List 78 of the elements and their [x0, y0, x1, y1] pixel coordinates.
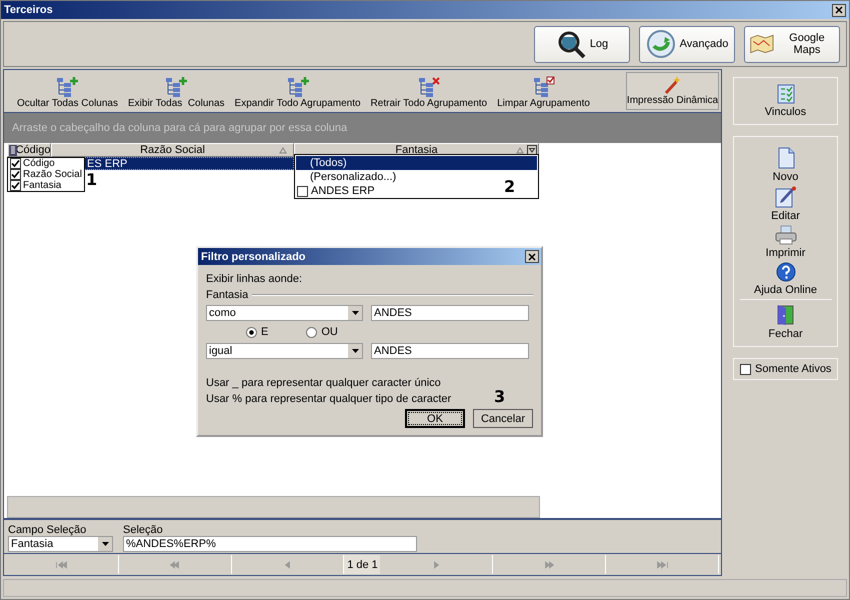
checkbox[interactable] [10, 169, 21, 180]
column-chooser-icon[interactable] [9, 144, 17, 156]
help-icon [776, 262, 796, 282]
nav-arrow-icon [656, 560, 668, 568]
value-field[interactable]: ANDES [371, 305, 529, 321]
dialog-title: Filtro personalizado [201, 250, 306, 262]
checkbox[interactable] [10, 180, 21, 191]
dropdown-arrow-icon [352, 311, 358, 315]
toolbar-button[interactable]: Exibir Todas Colunas [124, 76, 228, 109]
sidebar-button[interactable]: Editar [740, 186, 832, 222]
nav-arrow-icon [434, 560, 439, 568]
printer-icon [774, 225, 796, 245]
table-cell: ES ERP [87, 158, 128, 170]
magnifier-icon [556, 29, 586, 59]
print-button[interactable]: Impressão Dinâmica [626, 72, 719, 110]
dropdown-arrow-icon [352, 349, 358, 353]
sidebar-button[interactable]: Novo [740, 147, 832, 183]
tree-columns-icon [164, 76, 188, 98]
group-hint: Arraste o cabeçalho da coluna para cá para agrupar por essa coluna [12, 122, 348, 134]
column-header[interactable]: Código [7, 143, 51, 157]
callout-number: 3 [494, 387, 506, 406]
field-dropdown[interactable]: Fantasia [8, 536, 113, 552]
column-option[interactable]: Razão Social [8, 169, 84, 180]
page-indicator: 1 de 1 [344, 555, 380, 574]
column-header[interactable]: Razão Social [51, 143, 294, 157]
toolbar-button[interactable]: Expandir Todo Agrupamento [232, 76, 364, 109]
checkbox[interactable] [10, 158, 21, 169]
callout-number: 1 [86, 170, 98, 189]
toolbar-button[interactable]: Google Maps [744, 26, 840, 62]
door-icon [776, 304, 796, 326]
nav-arrow-icon [56, 560, 68, 568]
window-title: Terceiros [4, 4, 53, 16]
checklist-icon [776, 84, 794, 104]
nav-arrow-icon [544, 560, 554, 568]
close-button[interactable] [525, 250, 539, 263]
toolbar-button[interactable]: Ocultar Todas Colunas [14, 76, 121, 109]
field-label: Seleção [123, 524, 164, 536]
sort-arrow-icon [279, 146, 287, 154]
sidebar-button[interactable]: Vinculos [740, 84, 832, 118]
toolbar-button[interactable]: Retrair Todo Agrupamento [368, 76, 490, 109]
tree-columns-icon [532, 76, 556, 98]
sort-arrow-icon [516, 146, 524, 154]
close-button[interactable] [832, 4, 846, 16]
toolbar-button[interactable]: Log [534, 26, 630, 62]
selection-field[interactable]: %ANDES%ERP% [123, 536, 417, 552]
edit-pencil-icon [774, 186, 796, 208]
document-icon [776, 147, 796, 169]
field-label: Campo Seleção [8, 524, 88, 536]
nav-arrow-icon [170, 560, 180, 568]
close-icon [528, 252, 536, 260]
refresh-circle-icon [646, 29, 676, 59]
value-field[interactable]: ANDES [371, 343, 529, 359]
dialog-prompt: Exibir linhas aonde: [206, 272, 302, 287]
sidebar-button[interactable]: Imprimir [740, 225, 832, 259]
operator-dropdown[interactable]: como [206, 305, 363, 321]
dropdown-arrow-icon [102, 542, 108, 546]
group-label: Fantasia [206, 288, 248, 303]
sidebar-button[interactable]: Ajuda Online [740, 262, 832, 296]
toolbar-button[interactable]: Limpar Agrupamento [494, 76, 593, 109]
hint-text: Usar % para representar qualquer tipo de caracter [206, 392, 452, 407]
sidebar-button[interactable]: Fechar [740, 299, 832, 340]
column-option[interactable]: Fantasia [8, 180, 84, 191]
filter-option[interactable]: (Todos) [296, 156, 537, 170]
toolbar-button[interactable]: Avançado [639, 26, 735, 62]
tree-columns-icon [55, 76, 80, 98]
dialog-button[interactable]: Cancelar [473, 409, 533, 428]
radio-option[interactable]: OU [306, 326, 338, 338]
hint-text: Usar _ para representar qualquer caracter único [206, 376, 441, 391]
tree-columns-icon [286, 76, 310, 98]
active-only-checkbox[interactable]: Somente Ativos [733, 358, 838, 380]
filter-dropdown-icon[interactable] [527, 145, 537, 155]
magic-wand-icon [662, 75, 682, 95]
close-icon [835, 6, 843, 14]
radio-option[interactable]: E [246, 326, 268, 338]
dialog-button[interactable]: OK [405, 409, 465, 428]
operator-dropdown[interactable]: igual [206, 343, 363, 359]
tree-columns-icon [416, 76, 441, 98]
nav-arrow-icon [285, 560, 290, 568]
